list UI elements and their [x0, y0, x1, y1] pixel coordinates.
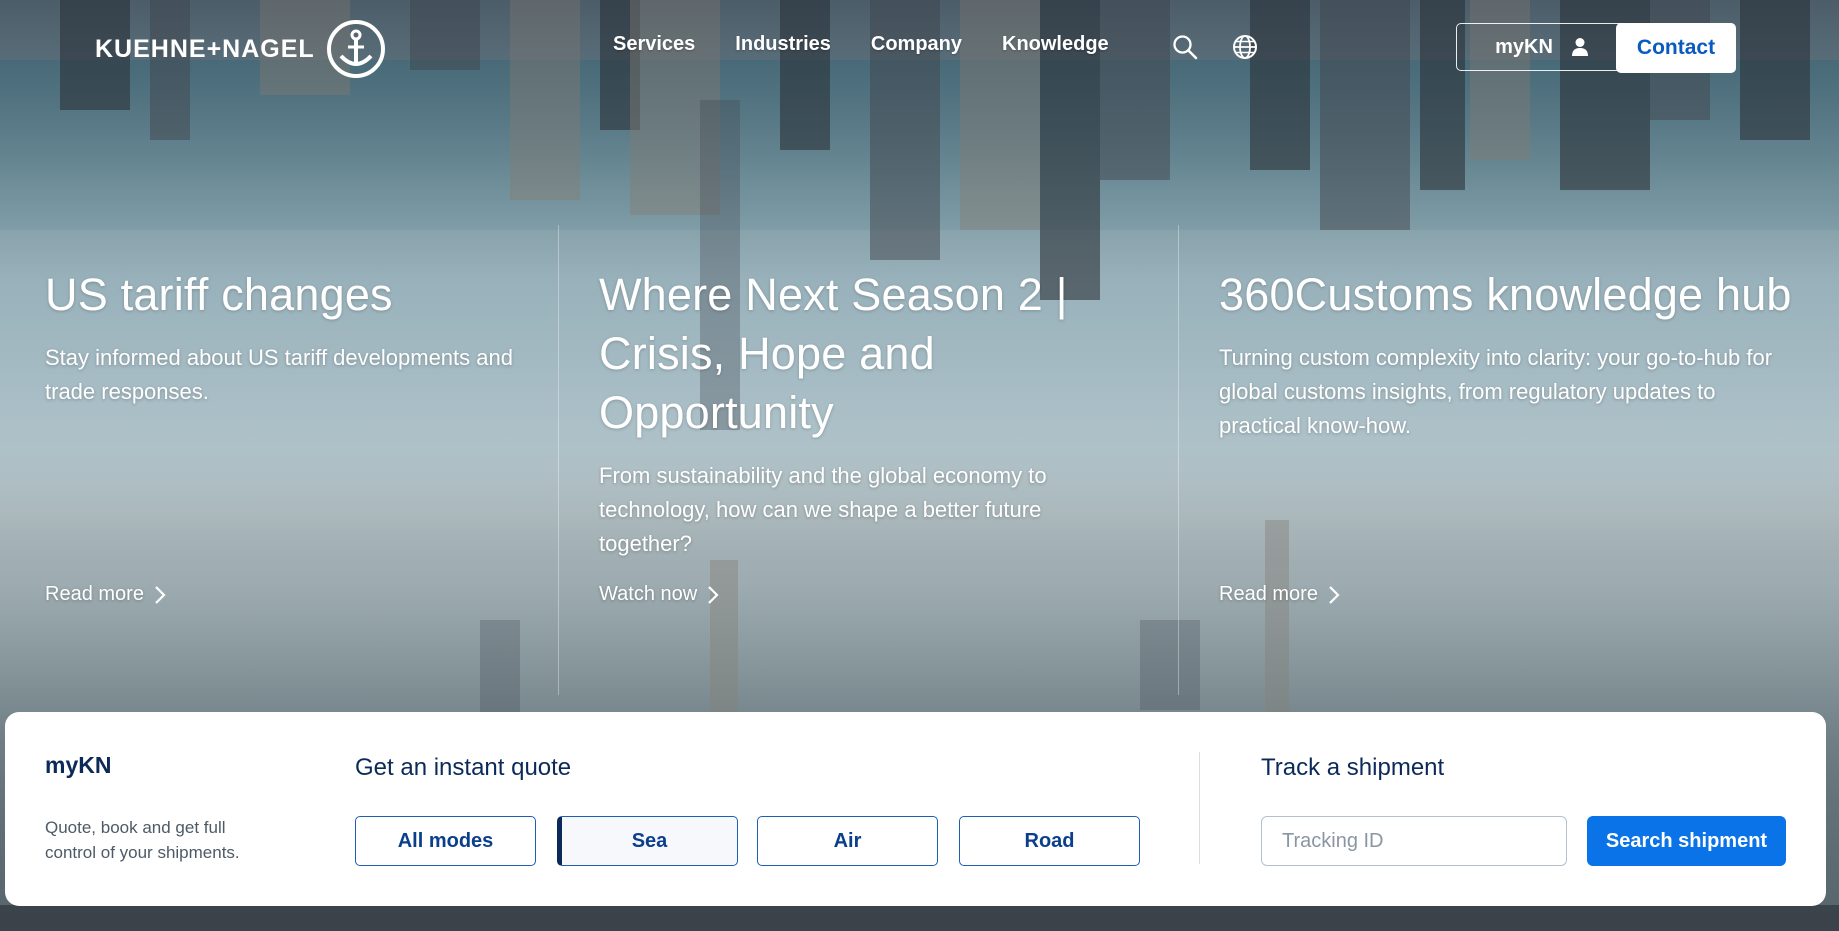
- mykn-panel-description: Quote, book and get full control of your…: [45, 818, 240, 862]
- mode-sea-button[interactable]: Sea: [557, 816, 738, 866]
- logo-wordmark: KUEHNE+NAGEL: [95, 34, 315, 63]
- hero-card-description: Stay informed about US tariff developmen…: [45, 345, 513, 404]
- main-nav: Services Industries Company Knowledge: [613, 33, 1149, 56]
- cta-label: Watch now: [599, 583, 698, 605]
- nav-company[interactable]: Company: [871, 33, 962, 56]
- read-more-link[interactable]: Read more: [45, 583, 166, 606]
- watch-now-link[interactable]: Watch now: [599, 583, 719, 606]
- mode-road-button[interactable]: Road: [959, 816, 1140, 866]
- panel-divider: [1199, 752, 1200, 864]
- quote-title: Get an instant quote: [355, 754, 572, 781]
- chevron-right-icon: [1329, 585, 1340, 604]
- hero-divider: [558, 225, 559, 695]
- mykn-panel-title: myKN: [45, 752, 112, 778]
- hero-card-customs-hub: 360Customs knowledge hub Turning custom …: [1219, 265, 1794, 615]
- nav-knowledge[interactable]: Knowledge: [1002, 33, 1109, 56]
- brand-logo[interactable]: KUEHNE+NAGEL: [95, 18, 387, 80]
- nav-industries[interactable]: Industries: [735, 33, 831, 56]
- hero-card-tariffs: US tariff changes Stay informed about US…: [45, 265, 515, 615]
- hero-card-description: Turning custom complexity into clarity: …: [1219, 345, 1773, 438]
- chevron-right-icon: [708, 585, 719, 604]
- hero-card-where-next: Where Next Season 2 | Crisis, Hope and O…: [599, 265, 1099, 615]
- track-title: Track a shipment: [1261, 754, 1445, 781]
- mykn-label: myKN: [1495, 35, 1553, 58]
- mode-air-button[interactable]: Air: [757, 816, 938, 866]
- search-icon: [1173, 35, 1198, 60]
- site-header: KUEHNE+NAGEL Services Industries Company…: [0, 0, 1839, 96]
- chevron-right-icon: [155, 585, 166, 604]
- contact-button[interactable]: Contact: [1616, 23, 1736, 73]
- hero-card-description: From sustainability and the global econo…: [599, 463, 1047, 556]
- language-button[interactable]: [1230, 32, 1260, 62]
- quick-actions-panel: myKN Quote, book and get full control of…: [5, 712, 1826, 906]
- hero-card-title: US tariff changes: [45, 269, 393, 320]
- user-icon: [1571, 38, 1588, 56]
- mykn-login-button[interactable]: myKN: [1456, 23, 1628, 71]
- search-shipment-button[interactable]: Search shipment: [1587, 816, 1786, 866]
- read-more-link[interactable]: Read more: [1219, 583, 1340, 606]
- search-button[interactable]: [1170, 32, 1200, 62]
- cta-label: Read more: [45, 583, 144, 605]
- hero-divider: [1178, 225, 1179, 695]
- hero-card-title: Where Next Season 2 | Crisis, Hope and O…: [599, 269, 1068, 438]
- hero-card-title: 360Customs knowledge hub: [1219, 269, 1792, 320]
- nav-services[interactable]: Services: [613, 33, 695, 56]
- globe-icon: [1233, 35, 1257, 59]
- tracking-id-input[interactable]: [1261, 816, 1567, 866]
- anchor-logo-icon: [326, 20, 385, 78]
- mode-all-button[interactable]: All modes: [355, 816, 536, 866]
- cta-label: Read more: [1219, 583, 1318, 605]
